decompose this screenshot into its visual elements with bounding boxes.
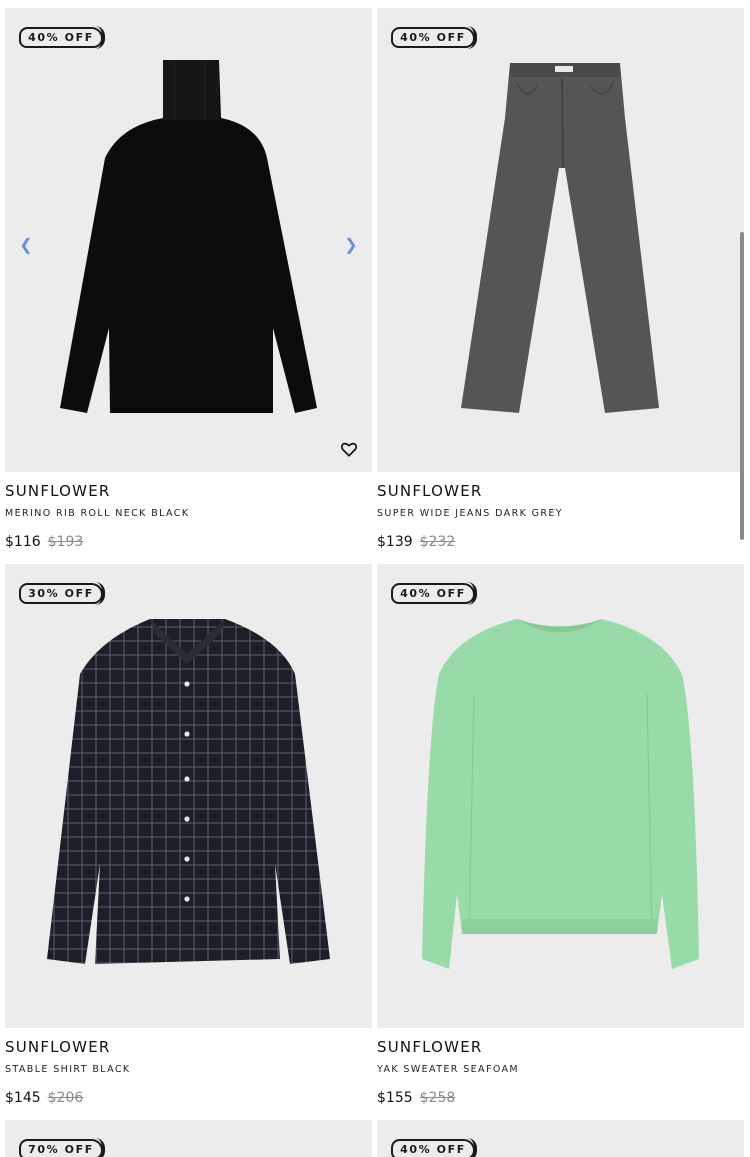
discount-badge: 40% OFF [391,26,477,49]
shirt-image [47,619,330,964]
sale-price: $145 [5,1090,41,1106]
original-price: $193 [47,534,84,550]
chevron-left-icon[interactable]: ❮ [16,236,36,256]
chevron-right-icon[interactable]: ❯ [341,236,361,256]
brand-name[interactable]: SUNFLOWER [5,1037,372,1057]
product-card[interactable]: 70% OFF [5,1120,372,1157]
product-image[interactable]: 40% OFF ❮ ❯ [5,8,372,472]
original-price: $258 [419,1090,456,1106]
product-image[interactable]: 70% OFF [5,1120,372,1157]
discount-badge: 40% OFF [19,26,105,49]
product-name[interactable]: SUPER WIDE JEANS DARK GREY [377,508,744,520]
price-row: $145 $206 [5,1089,372,1107]
discount-badge: 40% OFF [391,582,477,605]
sale-price: $139 [377,534,413,550]
product-card[interactable]: 40% OFF SUNFLOWER SUPER WIDE JEANS DARK … [377,8,744,551]
product-card[interactable]: 30% OFF SUNFLOWER STABLE SHIRT BLACK $14… [5,564,372,1107]
product-name[interactable]: STABLE SHIRT BLACK [5,1064,372,1076]
scrollbar[interactable] [740,232,744,540]
product-image[interactable]: 40% OFF [377,564,744,1028]
brand-name[interactable]: SUNFLOWER [377,481,744,501]
original-price: $232 [419,534,456,550]
product-image[interactable]: 30% OFF [5,564,372,1028]
sweater-image [422,619,699,969]
product-card[interactable]: 40% OFF [377,1120,744,1157]
price-row: $116 $193 [5,533,372,551]
product-name[interactable]: YAK SWEATER SEAFOAM [377,1064,744,1076]
discount-badge: 40% OFF [391,1138,477,1157]
product-name[interactable]: MERINO RIB ROLL NECK BLACK [5,508,372,520]
discount-badge: 30% OFF [19,582,105,605]
price-row: $139 $232 [377,533,744,551]
discount-badge: 70% OFF [19,1138,105,1157]
brand-name[interactable]: SUNFLOWER [377,1037,744,1057]
brand-name[interactable]: SUNFLOWER [5,481,372,501]
original-price: $206 [47,1090,84,1106]
sale-price: $155 [377,1090,413,1106]
jeans-image [461,63,659,413]
product-image[interactable]: 40% OFF [377,1120,744,1157]
sweater-image [60,60,317,413]
heart-icon[interactable] [340,440,358,458]
price-row: $155 $258 [377,1089,744,1107]
sale-price: $116 [5,534,41,550]
product-card[interactable]: 40% OFF SUNFLOWER YAK SWEATER SEAFOAM $1… [377,564,744,1107]
product-card[interactable]: 40% OFF ❮ ❯ SUNFLOWER MERINO RIB ROLL NE… [5,8,372,551]
product-image[interactable]: 40% OFF [377,8,744,472]
